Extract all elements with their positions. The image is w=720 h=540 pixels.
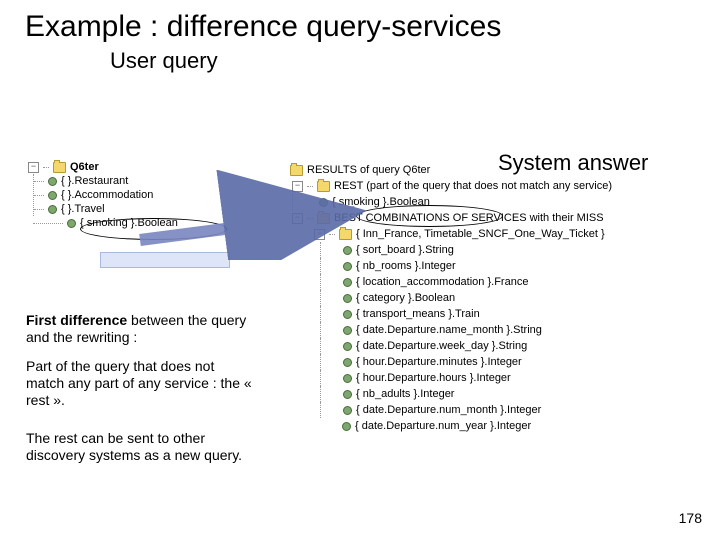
tree-results-label: RESULTS of query Q6ter (307, 162, 430, 178)
tree-item: { location_accommodation }.France (320, 274, 612, 290)
leaf-icon (342, 422, 351, 431)
tree-combo-label: { Inn_France, Timetable_SNCF_One_Way_Tic… (356, 226, 605, 242)
collapse-icon: − (28, 162, 39, 173)
tree-item-label: { date.Departure.num_month }.Integer (356, 402, 541, 418)
leaf-icon (343, 278, 352, 287)
folder-icon (317, 213, 330, 224)
slide-title: Example : difference query-services (0, 0, 720, 48)
tree-item-label: { hour.Departure.minutes }.Integer (356, 354, 522, 370)
page-number: 178 (679, 510, 702, 526)
tree-item: { category }.Boolean (320, 290, 612, 306)
tree-root-label: Q6ter (70, 160, 99, 174)
callout-ellipse-left (80, 218, 227, 240)
collapse-icon: − (292, 181, 303, 192)
tree-item-label: { nb_rooms }.Integer (356, 258, 456, 274)
tree-item: { date.Departure.name_month }.String (320, 322, 612, 338)
leaf-icon (343, 374, 352, 383)
leaf-icon (48, 191, 57, 200)
leaf-icon (48, 205, 57, 214)
leaf-icon (343, 294, 352, 303)
folder-icon (290, 165, 303, 176)
folder-icon (317, 181, 330, 192)
tree-item: { hour.Departure.hours }.Integer (320, 370, 612, 386)
leaf-icon (343, 390, 352, 399)
tree-item: { }.Restaurant (54, 174, 178, 188)
leaf-icon (48, 177, 57, 186)
leaf-icon (319, 198, 328, 207)
tree-rest-label: REST (part of the query that does not ma… (334, 178, 612, 194)
tree-item-label: { }.Accommodation (61, 188, 153, 202)
tree-item: { date.Departure.num_year }.Integer (320, 418, 612, 434)
folder-icon (53, 162, 66, 173)
tree-item-label: { nb_adults }.Integer (356, 386, 454, 402)
tree-item: { date.Departure.num_month }.Integer (320, 402, 612, 418)
tree-item-label: { }.Travel (61, 202, 105, 216)
tree-item-label: { }.Restaurant (61, 174, 128, 188)
paragraph-first-difference: First difference between the query and t… (26, 312, 256, 346)
tree-item: { transport_means }.Train (320, 306, 612, 322)
tree-item: { hour.Departure.minutes }.Integer (320, 354, 612, 370)
leaf-icon (343, 246, 352, 255)
leaf-icon (343, 310, 352, 319)
tree-item: { nb_rooms }.Integer (320, 258, 612, 274)
collapse-icon: − (292, 213, 303, 224)
highlight-box (100, 252, 230, 268)
leaf-icon (343, 262, 352, 271)
tree-item-label: { category }.Boolean (356, 290, 455, 306)
collapse-icon: − (314, 229, 325, 240)
bold-text: First difference (26, 312, 127, 328)
tree-item-label: { hour.Departure.hours }.Integer (356, 370, 511, 386)
leaf-icon (343, 342, 352, 351)
leaf-icon (343, 326, 352, 335)
folder-icon (339, 229, 352, 240)
tree-system-results: RESULTS of query Q6ter − REST (part of t… (290, 162, 612, 434)
tree-item-label: { location_accommodation }.France (356, 274, 528, 290)
callout-ellipse-right (356, 205, 503, 227)
tree-item: { date.Departure.week_day }.String (320, 338, 612, 354)
tree-item: { sort_board }.String (320, 242, 612, 258)
tree-item-label: { date.Departure.num_year }.Integer (355, 418, 531, 434)
paragraph-rest-forward: The rest can be sent to other discovery … (26, 430, 256, 464)
leaf-icon (67, 219, 76, 228)
leaf-icon (343, 406, 352, 415)
tree-item-label: { date.Departure.week_day }.String (356, 338, 527, 354)
tree-item-label: { sort_board }.String (356, 242, 454, 258)
tree-item-label: { date.Departure.name_month }.String (356, 322, 542, 338)
tree-item: { }.Accommodation (54, 188, 178, 202)
tree-item: { nb_adults }.Integer (320, 386, 612, 402)
tree-item-label: { transport_means }.Train (356, 306, 480, 322)
tree-item: { }.Travel (54, 202, 178, 216)
paragraph-rest-explain: Part of the query that does not match an… (26, 358, 256, 409)
subtitle-user-query: User query (0, 48, 720, 74)
leaf-icon (343, 358, 352, 367)
